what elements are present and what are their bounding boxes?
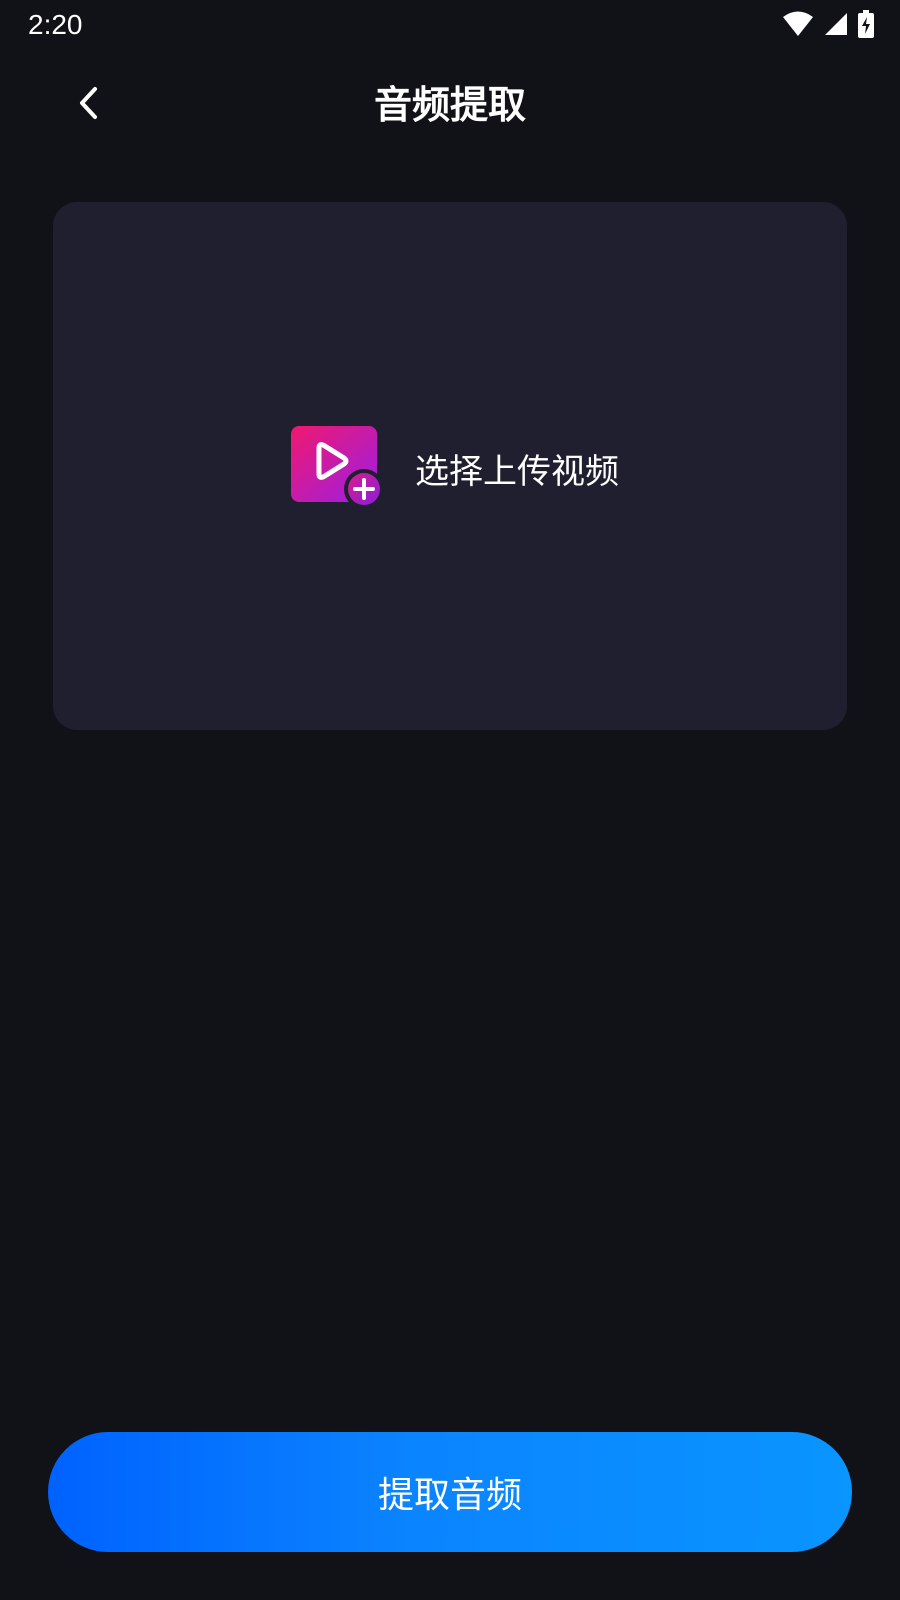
extract-audio-label: 提取音频 xyxy=(377,1475,522,1516)
status-time: 2:20 xyxy=(28,9,83,40)
extract-audio-button[interactable]: 提取音频 xyxy=(48,1432,852,1552)
upload-video-label: 选择上传视频 xyxy=(415,451,619,492)
battery-charging-icon xyxy=(858,10,874,38)
back-button[interactable] xyxy=(60,80,116,130)
video-add-icon xyxy=(291,426,384,510)
header: 音频提取 xyxy=(0,60,900,150)
signal-icon xyxy=(824,12,848,36)
upload-video-card[interactable]: 选择上传视频 xyxy=(53,202,847,730)
chevron-left-icon xyxy=(73,83,103,127)
page-title: 音频提取 xyxy=(373,83,526,127)
status-bar: 2:20 xyxy=(0,0,900,50)
upload-video-content: 选择上传视频 xyxy=(291,426,619,510)
status-icons xyxy=(782,10,874,38)
screen: 2:20 音频提取 选择上传视频 提取音频 xyxy=(0,0,900,1600)
wifi-icon xyxy=(782,11,814,37)
